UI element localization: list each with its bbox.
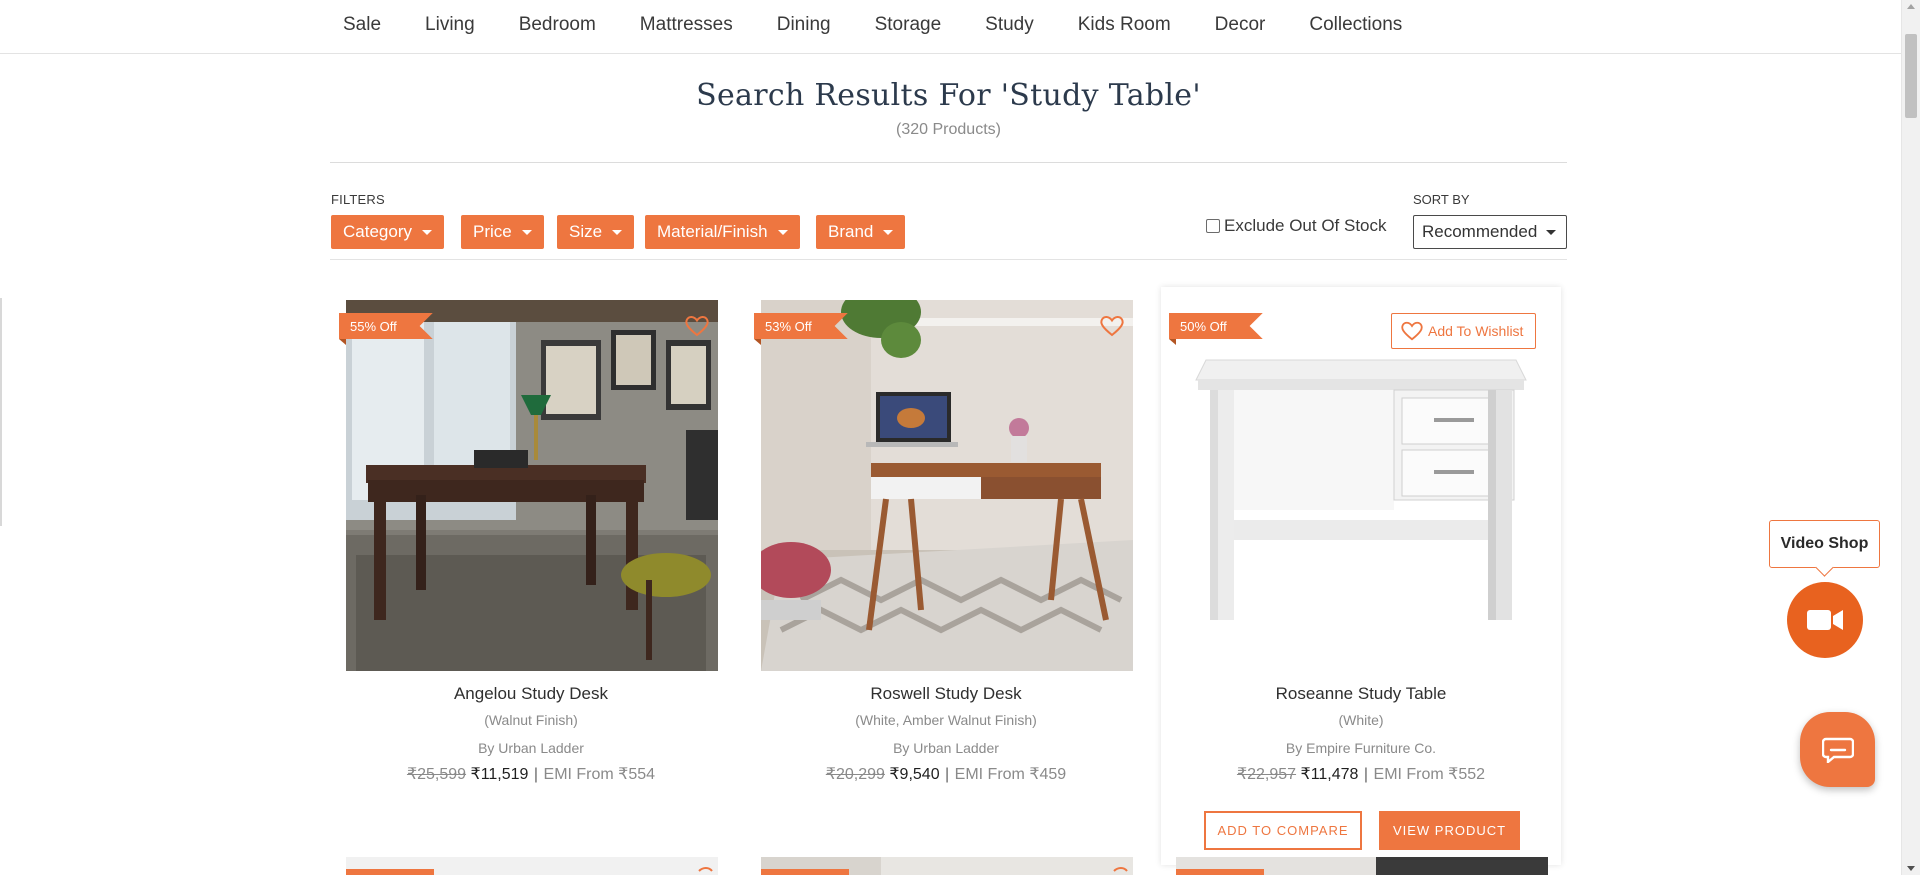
nav-item-mattresses[interactable]: Mattresses <box>618 14 755 36</box>
nav-item-decor[interactable]: Decor <box>1193 14 1288 36</box>
product-brand: By Urban Ladder <box>893 740 999 756</box>
nav-item-kids-room[interactable]: Kids Room <box>1056 14 1193 36</box>
discount-badge: 53% Off <box>754 313 848 339</box>
badge-fold <box>1169 339 1176 345</box>
badge-fold <box>339 339 346 345</box>
heart-icon[interactable] <box>684 314 710 338</box>
video-camera-icon <box>1807 610 1843 630</box>
filter-label: Brand <box>828 222 874 241</box>
top-nav: Sale Living Bedroom Mattresses Dining St… <box>0 0 1901 54</box>
product-mrp: ₹22,957 <box>1236 766 1297 783</box>
filters-label: FILTERS <box>331 192 385 207</box>
price-separator: | <box>533 766 539 783</box>
wishlist-label: Add To Wishlist <box>1428 323 1524 339</box>
product-card-peek <box>1176 857 1548 875</box>
product-mrp: ₹25,599 <box>406 766 467 783</box>
filter-label: Price <box>473 222 512 241</box>
filter-material-button[interactable]: Material/Finish <box>645 215 800 249</box>
filter-price-button[interactable]: Price <box>461 215 544 249</box>
divider <box>330 259 1567 260</box>
product-card[interactable]: 53% Off Roswell Study Desk (White, Amber… <box>746 287 1146 865</box>
scrollbar-thumb[interactable] <box>1905 34 1917 118</box>
exclude-out-of-stock[interactable]: Exclude Out Of Stock <box>1206 216 1387 236</box>
heart-icon[interactable] <box>1099 314 1125 338</box>
video-shop-tooltip[interactable]: Video Shop <box>1769 520 1880 568</box>
nav-item-dining[interactable]: Dining <box>755 14 853 36</box>
product-name[interactable]: Roseanne Study Table <box>1161 684 1561 704</box>
caret-down-icon <box>521 229 532 235</box>
discount-badge: 55% Off <box>339 313 433 339</box>
product-variant: (White) <box>1338 712 1384 728</box>
caret-down-icon <box>1546 230 1556 235</box>
product-emi: EMI From ₹459 <box>954 766 1067 783</box>
left-edge-tab <box>0 298 2 526</box>
sort-label: SORT BY <box>1413 192 1470 207</box>
product-sale-price: ₹11,478 <box>1300 766 1359 783</box>
price-separator: | <box>945 766 950 783</box>
product-emi: EMI From ₹554 <box>543 766 656 783</box>
filter-size-button[interactable]: Size <box>557 215 635 249</box>
caret-down-icon <box>421 229 432 235</box>
scroll-down-arrow-icon[interactable] <box>1907 866 1915 871</box>
product-sale-price: ₹9,540 <box>889 766 940 783</box>
nav-item-sale[interactable]: Sale <box>322 14 403 36</box>
product-card-peek <box>346 857 718 875</box>
product-variant: (Walnut Finish) <box>484 712 578 728</box>
nav-menu: Sale Living Bedroom Mattresses Dining St… <box>322 0 1424 50</box>
nav-item-storage[interactable]: Storage <box>853 14 964 36</box>
add-to-wishlist-button[interactable]: Add To Wishlist <box>1391 313 1536 349</box>
divider <box>330 162 1567 163</box>
badge-fold <box>754 339 761 345</box>
product-image-angelou[interactable] <box>346 300 718 671</box>
add-to-compare-button[interactable]: ADD TO COMPARE <box>1204 811 1362 850</box>
product-count: (320 Products) <box>896 121 1001 138</box>
product-name[interactable]: Roswell Study Desk <box>746 684 1146 704</box>
product-variant: (White, Amber Walnut Finish) <box>855 712 1037 728</box>
product-price: ₹22,957 ₹11,478 | EMI From ₹552 <box>1161 764 1561 784</box>
sort-select[interactable]: Recommended <box>1413 215 1567 249</box>
scroll-up-arrow-icon[interactable] <box>1907 4 1915 9</box>
product-card[interactable]: 55% Off Angelou Study Desk (Walnut Finis… <box>331 287 731 865</box>
product-price: ₹25,599 ₹11,519 | EMI From ₹554 <box>331 764 731 784</box>
chat-button[interactable] <box>1800 712 1875 787</box>
filter-category-button[interactable]: Category <box>331 215 444 249</box>
caret-down-icon <box>612 229 623 235</box>
product-image-roswell[interactable] <box>761 300 1133 671</box>
heart-icon <box>1401 321 1423 341</box>
product-brand: By Urban Ladder <box>478 740 584 756</box>
page-title: Search Results For 'Study Table' <box>696 78 1201 113</box>
nav-item-study[interactable]: Study <box>963 14 1056 36</box>
view-product-button[interactable]: VIEW PRODUCT <box>1379 811 1520 850</box>
product-price: ₹20,299 ₹9,540 | EMI From ₹459 <box>746 764 1146 784</box>
caret-down-icon <box>883 229 894 235</box>
product-card[interactable]: 50% Off Add To Wishlist Roseanne Study T… <box>1161 287 1561 865</box>
nav-item-collections[interactable]: Collections <box>1287 14 1424 36</box>
product-emi: EMI From ₹552 <box>1373 766 1486 783</box>
caret-down-icon <box>777 229 788 235</box>
product-brand: By Empire Furniture Co. <box>1285 740 1437 756</box>
chat-bubble-icon <box>1821 737 1854 763</box>
filter-label: Size <box>569 222 603 241</box>
filter-label: Material/Finish <box>657 222 768 241</box>
product-name[interactable]: Angelou Study Desk <box>331 684 731 704</box>
sort-value: Recommended <box>1422 222 1538 241</box>
product-sale-price: ₹11,519 <box>470 766 529 783</box>
nav-item-living[interactable]: Living <box>403 14 497 36</box>
product-card-peek <box>761 857 1133 875</box>
product-mrp: ₹20,299 <box>825 766 885 783</box>
search-heading: Search Results For 'Study Table' (320 Pr… <box>330 78 1567 139</box>
filter-label: Category <box>343 222 412 241</box>
page-scrollbar[interactable] <box>1901 0 1920 875</box>
filter-brand-button[interactable]: Brand <box>816 215 906 249</box>
exclude-label: Exclude Out Of Stock <box>1224 216 1387 235</box>
nav-item-bedroom[interactable]: Bedroom <box>497 14 618 36</box>
exclude-checkbox[interactable] <box>1206 219 1220 233</box>
price-separator: | <box>1363 766 1369 783</box>
product-image-roseanne[interactable] <box>1176 300 1548 671</box>
discount-badge: 50% Off <box>1169 313 1263 339</box>
video-shop-button[interactable] <box>1787 582 1863 658</box>
